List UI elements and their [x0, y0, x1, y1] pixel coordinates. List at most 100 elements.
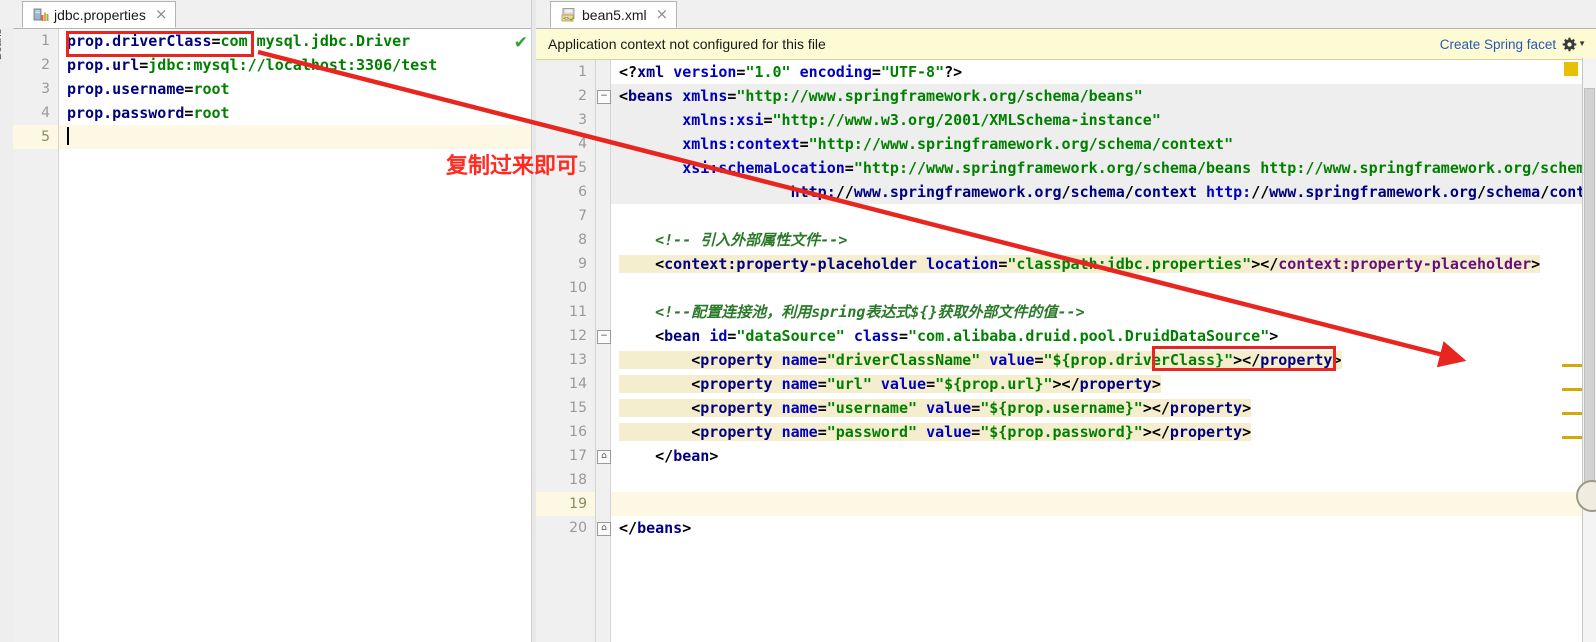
code-token: =: [139, 56, 149, 74]
code-line[interactable]: <property name="username" value="${prop.…: [611, 396, 1596, 420]
line-number: 15: [569, 400, 587, 416]
tab-bean5-xml[interactable]: <> bean5.xml ×: [550, 1, 678, 28]
right-code-area: 1 2 3 4 5 6 7 8 9 10 11 12 13 14 15 16 17 18 19 20 − − ⌂ ⌂ <?x…: [536, 60, 1596, 642]
tool-window-strip-label: Beans: [0, 28, 4, 60]
close-icon[interactable]: ×: [155, 7, 168, 22]
tab-label: bean5.xml: [582, 6, 647, 23]
annotation-note: 复制过来即可: [446, 154, 579, 179]
code-line[interactable]: </bean>: [611, 444, 1596, 468]
line-number: 20: [569, 520, 587, 536]
code-line[interactable]: prop.username=root: [59, 77, 536, 101]
left-tab-bar: jdbc.properties ×: [0, 0, 536, 29]
code-line[interactable]: [611, 492, 1596, 516]
line-number: 8: [578, 232, 587, 248]
banner-message: Application context not configured for t…: [548, 36, 826, 52]
spring-context-banner: Application context not configured for t…: [536, 29, 1596, 60]
code-comment: <!-- 引入外部属性文件-->: [655, 231, 848, 249]
line-number: 6: [578, 184, 587, 200]
code-line[interactable]: xmlns:context="http://www.springframewor…: [611, 132, 1596, 156]
tab-label: jdbc.properties: [54, 6, 146, 23]
properties-file-icon: [33, 8, 49, 21]
code-line[interactable]: [611, 468, 1596, 492]
code-line[interactable]: <property name="password" value="${prop.…: [611, 420, 1596, 444]
code-line[interactable]: <bean id="dataSource" class="com.alibaba…: [611, 324, 1596, 348]
left-editor-pane: jdbc.properties × Beans 1 2 3 4 5 prop.drive…: [0, 0, 536, 642]
code-line[interactable]: <property name="url" value="${prop.url}"…: [611, 372, 1596, 396]
svg-text:<>: <>: [563, 16, 569, 22]
marker-square[interactable]: [1564, 62, 1578, 76]
fold-expanded-icon[interactable]: −: [597, 90, 611, 104]
xml-spring-file-icon: <>: [561, 7, 575, 22]
text-caret: [67, 127, 69, 145]
line-number: 10: [569, 280, 587, 296]
warning-marker[interactable]: [1562, 436, 1582, 439]
left-code-area: 1 2 3 4 5 prop.driverClass=com.mysql.jdbc.Dr…: [13, 29, 536, 642]
line-number: 5: [13, 125, 58, 149]
code-line[interactable]: <beans xmlns="http://www.springframework…: [611, 84, 1596, 108]
code-line[interactable]: [611, 276, 1596, 300]
code-token: root: [193, 104, 230, 122]
chevron-down-icon[interactable]: ▼: [1578, 40, 1586, 48]
warning-marker[interactable]: [1562, 364, 1582, 367]
line-number: 2: [578, 88, 587, 104]
code-line[interactable]: <!--配置连接池，利用spring表达式${}获取外部文件的值-->: [611, 300, 1596, 324]
line-number: 1: [578, 64, 587, 80]
code-token: prop.username: [67, 80, 185, 98]
code-line[interactable]: <context:property-placeholder location="…: [611, 252, 1596, 276]
line-number: 1: [41, 33, 50, 49]
vertical-scrollbar[interactable]: [1582, 58, 1596, 642]
code-line[interactable]: <!-- 引入外部属性文件-->: [611, 228, 1596, 252]
code-line[interactable]: <?xml version="1.0" encoding="UTF-8"?>: [611, 60, 1596, 84]
line-number: 3: [41, 81, 50, 97]
line-number: 17: [569, 448, 587, 464]
warning-marker[interactable]: [1562, 388, 1582, 391]
ide-window: jdbc.properties × Beans 12345 prop.drive…: [0, 0, 1596, 642]
line-number: 16: [569, 424, 587, 440]
fold-end-icon[interactable]: ⌂: [597, 522, 611, 536]
create-spring-facet-link[interactable]: Create Spring facet: [1440, 37, 1556, 52]
line-number: 12: [569, 328, 587, 344]
tool-window-strip[interactable]: Beans: [0, 28, 14, 642]
line-number: 14: [569, 376, 587, 392]
line-number: 19: [536, 492, 595, 516]
banner-actions: Create Spring facet ▼: [1440, 37, 1586, 52]
fold-end-icon[interactable]: ⌂: [597, 450, 611, 464]
code-token: root: [193, 80, 230, 98]
left-line-number-gutter: 1 2 3 4 5: [13, 29, 59, 642]
code-token: prop.url: [67, 56, 140, 74]
gear-icon[interactable]: [1562, 37, 1577, 52]
right-tab-bar: <> bean5.xml ×: [536, 0, 1596, 29]
left-code-text[interactable]: prop.driverClass=com.mysql.jdbc.Driver pr…: [59, 29, 536, 642]
fold-expanded-icon[interactable]: −: [597, 330, 611, 344]
code-folding-strip[interactable]: − − ⌂ ⌂: [596, 60, 611, 642]
line-number: 3: [578, 112, 587, 128]
code-line[interactable]: prop.password=root: [59, 101, 536, 125]
line-number: 11: [569, 304, 587, 320]
code-line[interactable]: </beans>: [611, 516, 1596, 540]
code-line[interactable]: xmlns:xsi="http://www.w3.org/2001/XMLSch…: [611, 108, 1596, 132]
annotation-box-source: [66, 31, 254, 57]
line-number: 2: [41, 57, 50, 73]
close-icon[interactable]: ×: [656, 7, 669, 22]
right-code-text[interactable]: <?xml version="1.0" encoding="UTF-8"?> <b…: [611, 60, 1596, 642]
code-line[interactable]: http://www.springframework.org/schema/co…: [611, 180, 1596, 204]
warning-marker[interactable]: [1562, 412, 1582, 415]
code-comment: <!--配置连接池，利用spring表达式${}获取外部文件的值-->: [655, 303, 1085, 321]
code-token: jdbc:mysql://localhost:3306/test: [148, 56, 438, 74]
line-number: 4: [41, 105, 50, 121]
line-number: 7: [578, 208, 587, 224]
code-line[interactable]: xsi:schemaLocation="http://www.springfra…: [611, 156, 1596, 180]
inspection-ok-icon: ✔: [513, 33, 528, 53]
annotation-box-target: [1152, 346, 1336, 371]
right-editor-pane: <> bean5.xml × Application context not c…: [536, 0, 1596, 642]
code-line[interactable]: [611, 204, 1596, 228]
banner-settings[interactable]: ▼: [1562, 37, 1586, 52]
scrollbar-thumb[interactable]: [1584, 88, 1595, 508]
line-number: 18: [569, 472, 587, 488]
line-number: 13: [569, 352, 587, 368]
code-token: prop.password: [67, 104, 185, 122]
code-line[interactable]: <property name="driverClassName" value="…: [611, 348, 1596, 372]
line-number: 9: [578, 256, 587, 272]
tab-jdbc-properties[interactable]: jdbc.properties ×: [22, 1, 177, 28]
code-line[interactable]: [59, 125, 536, 149]
